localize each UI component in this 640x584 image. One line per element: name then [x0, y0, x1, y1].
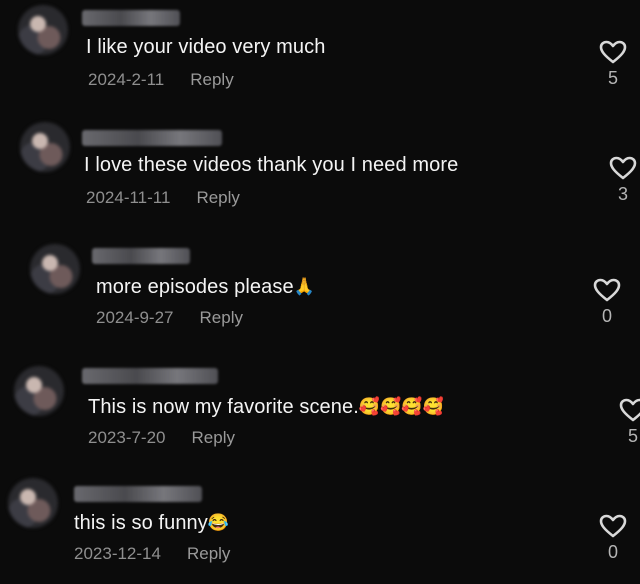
- comment-meta: 2024-2-11 Reply: [88, 70, 234, 90]
- comment-text: more episodes please🙏: [96, 276, 315, 298]
- avatar[interactable]: [20, 122, 70, 172]
- like-button[interactable]: 0: [592, 278, 622, 327]
- username-blurred[interactable]: [82, 368, 218, 384]
- like-count: 0: [601, 306, 612, 326]
- comment-date: 2024-11-11: [86, 188, 171, 207]
- reply-button[interactable]: Reply: [192, 428, 235, 447]
- comment-text: I love these videos thank you I need mor…: [84, 154, 459, 176]
- comment-meta: 2024-9-27 Reply: [96, 308, 243, 328]
- reply-button[interactable]: Reply: [190, 70, 233, 89]
- username-blurred[interactable]: [82, 130, 222, 146]
- heart-icon: [609, 156, 637, 180]
- reply-button[interactable]: Reply: [200, 308, 243, 327]
- like-button[interactable]: 3: [608, 156, 638, 205]
- like-count: 5: [607, 68, 618, 88]
- comment-date: 2023-12-14: [74, 544, 161, 563]
- comment-date: 2023-7-20: [88, 428, 166, 447]
- avatar[interactable]: [8, 478, 58, 528]
- username-blurred[interactable]: [92, 248, 190, 264]
- comment-text: I like your video very much: [86, 36, 326, 58]
- comment-meta: 2023-12-14 Reply: [74, 544, 230, 564]
- heart-icon: [599, 514, 627, 538]
- comment-meta: 2024-11-11 Reply: [86, 188, 240, 208]
- comment-text: This is now my favorite scene.🥰🥰🥰🥰: [88, 396, 444, 418]
- comment-item: This is now my favorite scene.🥰🥰🥰🥰 2023-…: [0, 358, 640, 468]
- avatar[interactable]: [30, 244, 80, 294]
- comment-date: 2024-2-11: [88, 70, 165, 89]
- heart-icon: [619, 398, 640, 422]
- like-count: 5: [627, 426, 638, 446]
- comment-item: I love these videos thank you I need mor…: [0, 118, 640, 228]
- comment-item: I like your video very much 2024-2-11 Rep…: [0, 0, 640, 110]
- username-blurred[interactable]: [74, 486, 202, 502]
- comment-item: more episodes please🙏 2024-9-27 Reply 0: [0, 238, 640, 348]
- comment-item: this is so funny😂 2023-12-14 Reply 0: [0, 474, 640, 584]
- heart-icon: [599, 40, 627, 64]
- like-count: 0: [607, 542, 618, 562]
- like-count: 3: [617, 184, 628, 204]
- heart-icon: [593, 278, 621, 302]
- reply-button[interactable]: Reply: [196, 188, 239, 207]
- comment-meta: 2023-7-20 Reply: [88, 428, 235, 448]
- like-button[interactable]: 5: [618, 398, 640, 447]
- reply-button[interactable]: Reply: [187, 544, 230, 563]
- like-button[interactable]: 5: [598, 40, 628, 89]
- comment-text: this is so funny😂: [74, 512, 230, 534]
- like-button[interactable]: 0: [598, 514, 628, 563]
- avatar[interactable]: [14, 366, 64, 416]
- avatar[interactable]: [18, 5, 68, 55]
- comment-date: 2024-9-27: [96, 308, 174, 327]
- username-blurred[interactable]: [82, 10, 180, 26]
